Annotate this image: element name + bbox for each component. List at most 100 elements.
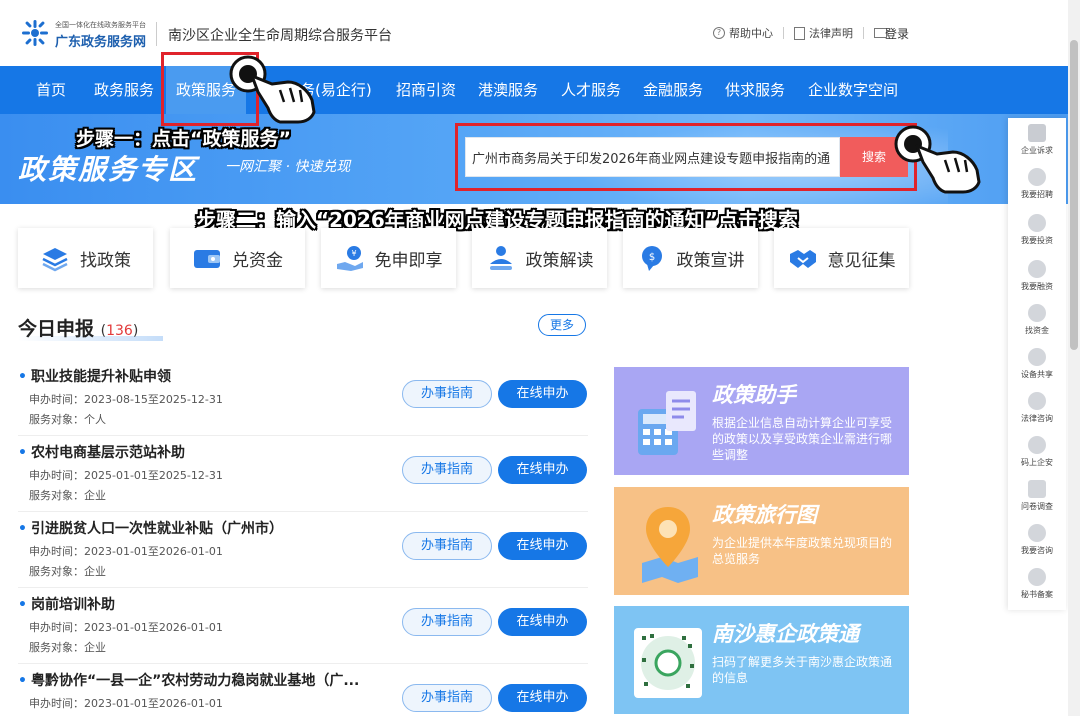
guide-button[interactable]: 办事指南 bbox=[402, 532, 492, 560]
list-item: 岗前培训补助 申办时间：2023-01-01至2026-01-01 服务对象：企… bbox=[18, 588, 588, 664]
nav-government-services[interactable]: 政务服务 bbox=[94, 66, 154, 114]
scale-icon bbox=[1028, 392, 1046, 410]
fb-equipment-share[interactable]: 设备共享 bbox=[1008, 348, 1066, 380]
fb-code-safety[interactable]: 码上企安 bbox=[1008, 436, 1066, 468]
financing-icon bbox=[1028, 260, 1046, 278]
search-highlight-box bbox=[455, 123, 917, 191]
guide-button[interactable]: 办事指南 bbox=[402, 380, 492, 408]
nav-digital-space[interactable]: 企业数字空间 bbox=[808, 66, 898, 114]
nav-talent[interactable]: 人才服务 bbox=[561, 66, 621, 114]
chat-icon bbox=[1028, 524, 1046, 542]
pointer-hand-icon bbox=[229, 55, 316, 124]
quick-label: 兑资金 bbox=[232, 250, 283, 271]
quick-label: 政策解读 bbox=[525, 250, 594, 271]
fb-label: 我要投资 bbox=[1021, 236, 1053, 245]
count-value: 136 bbox=[106, 323, 133, 339]
fb-recruit[interactable]: 我要招聘 bbox=[1008, 168, 1066, 200]
quick-redeem-funds[interactable]: 兑资金 bbox=[170, 228, 305, 288]
speech-badge-icon: $ bbox=[641, 246, 662, 271]
quick-opinion-collection[interactable]: 意见征集 bbox=[774, 228, 909, 288]
card-desc: 为企业提供本年度政策兑现项目的总览服务 bbox=[712, 536, 893, 566]
quick-find-policy[interactable]: 找政策 bbox=[18, 228, 153, 288]
help-center-label: 帮助中心 bbox=[729, 27, 773, 40]
fb-secretary-filing[interactable]: 秘书备案 bbox=[1008, 568, 1066, 600]
item-target: 服务对象：个人 bbox=[29, 413, 106, 426]
fb-label: 我要融资 bbox=[1021, 282, 1053, 291]
item-time: 申办时间：2023-01-01至2026-01-01 bbox=[29, 697, 223, 710]
guide-button[interactable]: 办事指南 bbox=[402, 456, 492, 484]
online-apply-button[interactable]: 在线申办 bbox=[498, 456, 587, 484]
logo-icon[interactable] bbox=[22, 20, 48, 46]
item-target: 服务对象：企业 bbox=[29, 489, 106, 502]
online-apply-button[interactable]: 在线申办 bbox=[498, 380, 587, 408]
platform-title: 南沙区企业全生命周期综合服务平台 bbox=[168, 28, 392, 44]
page: 全国一体化在线政务服务平台 广东政务服务网 南沙区企业全生命周期综合服务平台 ?… bbox=[0, 0, 1080, 716]
online-apply-button[interactable]: 在线申办 bbox=[498, 608, 587, 636]
money-bag-icon bbox=[1028, 304, 1046, 322]
microscope-icon bbox=[1028, 348, 1046, 366]
login-link[interactable]: 登录 bbox=[885, 25, 909, 42]
stack-icon bbox=[42, 248, 68, 272]
svg-text:$: $ bbox=[648, 252, 654, 263]
policy-travel-map-card[interactable]: 政策旅行图 为企业提供本年度政策兑现项目的总览服务 bbox=[614, 487, 909, 595]
online-apply-button[interactable]: 在线申办 bbox=[498, 532, 587, 560]
policy-assistant-card[interactable]: 政策助手 根据企业信息自动计算企业可享受的政策以及享受政策企业需进行哪些调整 bbox=[614, 367, 909, 475]
list-item: 农村电商基层示范站补助 申办时间：2025-01-01至2025-12-31 服… bbox=[18, 436, 588, 512]
guide-button[interactable]: 办事指南 bbox=[402, 684, 492, 712]
recruit-icon bbox=[1028, 168, 1046, 186]
card-title: 南沙惠企政策通 bbox=[712, 622, 859, 646]
floating-sidebar: 企业诉求 我要招聘 我要投资 我要融资 找资金 设备共享 法律咨询 码上企安 问… bbox=[1008, 118, 1066, 610]
nansha-policy-card[interactable]: 南沙惠企政策通 扫码了解更多关于南沙惠企政策通的信息 bbox=[614, 606, 909, 714]
item-title[interactable]: 农村电商基层示范站补助 bbox=[18, 442, 185, 462]
fb-legal-consult[interactable]: 法律咨询 bbox=[1008, 392, 1066, 424]
quick-policy-lecture[interactable]: $ 政策宣讲 bbox=[623, 228, 758, 288]
step-one-text: 步骤一：点击“政策服务” bbox=[76, 128, 291, 150]
nav-supply-demand[interactable]: 供求服务 bbox=[725, 66, 785, 114]
list-item: 引进脱贫人口一次性就业补贴（广州市） 申办时间：2023-01-01至2026-… bbox=[18, 512, 588, 588]
item-title[interactable]: 岗前培训补助 bbox=[18, 594, 115, 614]
fb-label: 设备共享 bbox=[1021, 370, 1053, 379]
item-title[interactable]: 引进脱贫人口一次性就业补贴（广州市） bbox=[18, 518, 283, 538]
fb-find-funds[interactable]: 找资金 bbox=[1008, 304, 1066, 336]
svg-text:¥: ¥ bbox=[351, 249, 356, 258]
legal-statement-link[interactable]: 法律声明 bbox=[794, 25, 853, 41]
logo-text[interactable]: 广东政务服务网 bbox=[55, 31, 146, 50]
item-time: 申办时间：2023-08-15至2025-12-31 bbox=[29, 393, 223, 406]
online-apply-button[interactable]: 在线申办 bbox=[498, 684, 587, 712]
fb-survey[interactable]: 问卷调查 bbox=[1008, 480, 1066, 512]
fb-label: 法律咨询 bbox=[1021, 414, 1053, 423]
more-button[interactable]: 更多 bbox=[538, 314, 586, 336]
today-apply-label: 今日申报 bbox=[18, 318, 95, 340]
fb-consult[interactable]: 我要咨询 bbox=[1008, 524, 1066, 556]
today-apply-title: 今日申报 (136) bbox=[18, 314, 138, 341]
nav-hk-macao[interactable]: 港澳服务 bbox=[478, 66, 538, 114]
logo-caption: 全国一体化在线政务服务平台 bbox=[55, 21, 146, 29]
nav-investment[interactable]: 招商引资 bbox=[396, 66, 456, 114]
fb-invest[interactable]: 我要投资 bbox=[1008, 214, 1066, 246]
card-desc: 扫码了解更多关于南沙惠企政策通的信息 bbox=[712, 655, 893, 685]
megaphone-person-icon bbox=[489, 246, 512, 270]
item-time: 申办时间：2023-01-01至2026-01-01 bbox=[29, 545, 223, 558]
page-scrollbar[interactable] bbox=[1068, 0, 1080, 716]
help-center-link[interactable]: ? 帮助中心 bbox=[713, 25, 773, 41]
question-icon: ? bbox=[713, 27, 725, 39]
fb-label: 我要咨询 bbox=[1021, 546, 1053, 555]
fb-enterprise-appeal[interactable]: 企业诉求 bbox=[1008, 124, 1066, 156]
fb-financing[interactable]: 我要融资 bbox=[1008, 260, 1066, 292]
card-title: 政策助手 bbox=[712, 383, 796, 407]
item-title[interactable]: 粤黔协作“一县一企”农村劳动力稳岗就业基地（广... bbox=[18, 670, 359, 690]
guide-button[interactable]: 办事指南 bbox=[402, 608, 492, 636]
list-item: 粤黔协作“一县一企”农村劳动力稳岗就业基地（广... 申办时间：2023-01-… bbox=[18, 664, 588, 716]
today-apply-count: (136) bbox=[100, 323, 139, 339]
scrollbar-thumb[interactable] bbox=[1070, 40, 1078, 350]
nav-home[interactable]: 首页 bbox=[36, 66, 66, 114]
quick-policy-interpret[interactable]: 政策解读 bbox=[472, 228, 607, 288]
link-divider bbox=[863, 27, 864, 39]
hand-coin-icon: ¥ bbox=[336, 246, 363, 271]
quick-no-apply-enjoy[interactable]: ¥ 免申即享 bbox=[321, 228, 456, 288]
nav-finance[interactable]: 金融服务 bbox=[643, 66, 703, 114]
item-title[interactable]: 职业技能提升补贴申领 bbox=[18, 366, 171, 386]
fb-label: 找资金 bbox=[1025, 326, 1049, 335]
qr-code-icon bbox=[634, 628, 702, 698]
quick-label: 意见征集 bbox=[827, 250, 896, 271]
